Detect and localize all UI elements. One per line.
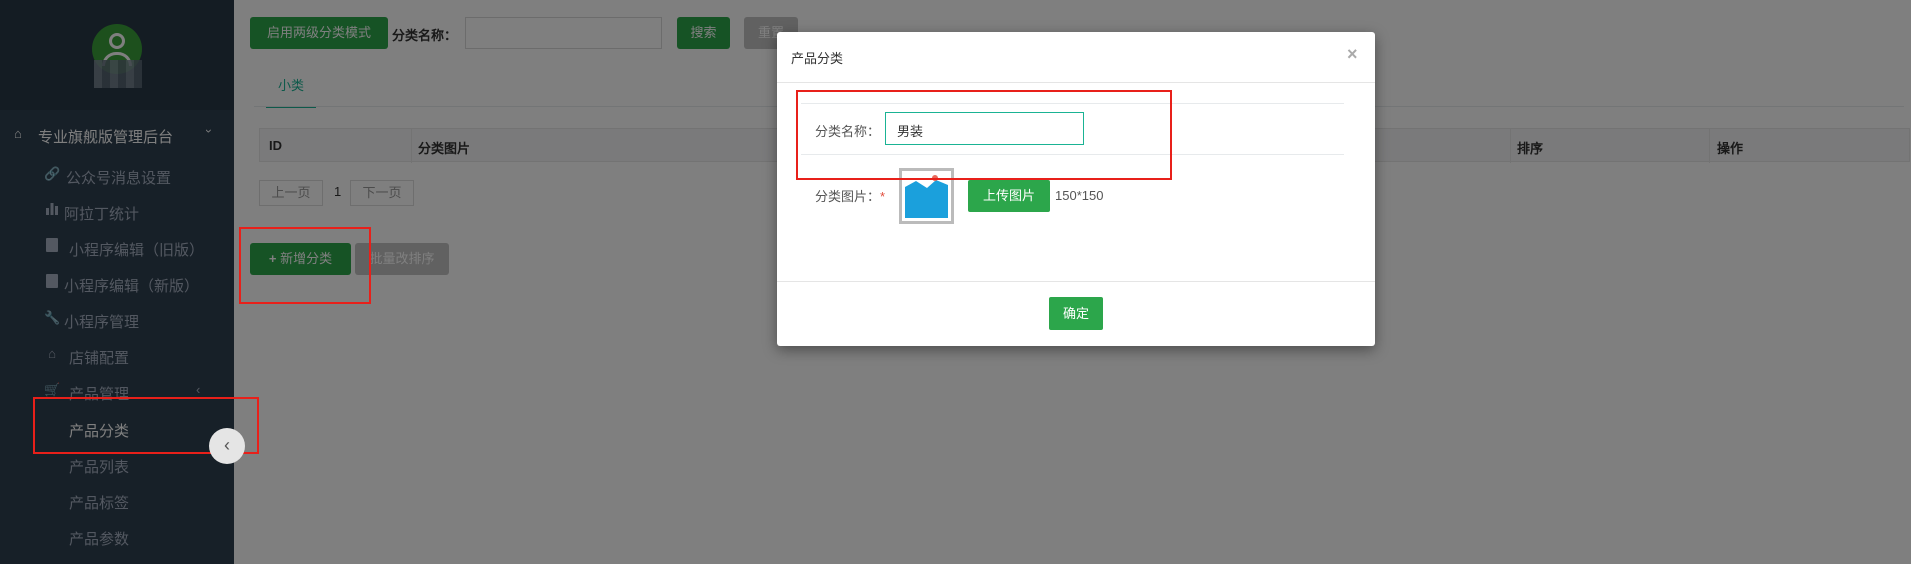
- confirm-button[interactable]: 确定: [1049, 297, 1103, 330]
- image-label-text: 分类图片：: [815, 189, 881, 204]
- image-size-hint: 150*150: [1055, 188, 1104, 203]
- close-icon[interactable]: ×: [1347, 44, 1358, 65]
- product-category-modal: 产品分类 × 分类名称： 男装 分类图片：* 上传图片 150*150 确定: [777, 32, 1375, 346]
- required-mark: *: [880, 189, 886, 204]
- upload-image-button[interactable]: 上传图片: [968, 180, 1050, 212]
- highlight-box-name-field: [796, 90, 1172, 180]
- collapse-sidebar-icon[interactable]: ‹: [209, 428, 245, 464]
- modal-title: 产品分类: [791, 51, 844, 66]
- highlight-box-add-button: [239, 227, 371, 304]
- category-image-field-label: 分类图片：*: [815, 186, 885, 205]
